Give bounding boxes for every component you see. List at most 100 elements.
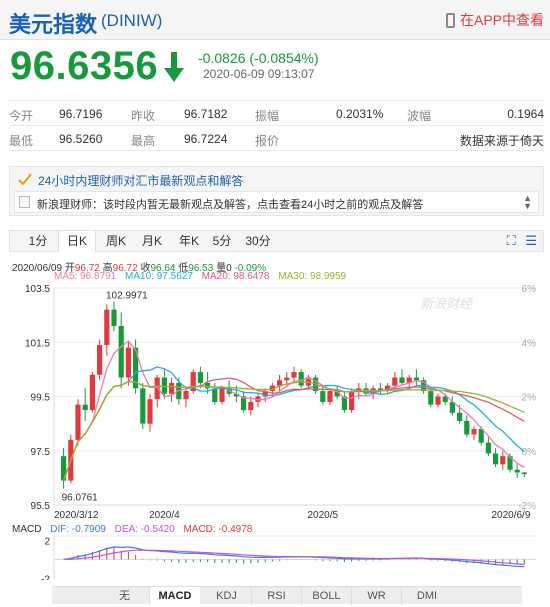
candle-body (327, 391, 333, 402)
candle-body (197, 372, 203, 383)
min-price-label: 96.0761 (62, 493, 99, 504)
dif-value: DIF: -0.7909 (50, 524, 106, 535)
candle-body (89, 374, 95, 411)
data-source: 数据来源于倚天 (459, 134, 544, 148)
macd-legend: MACD DIF: -0.7909 DEA: -0.5420 MACD: -0.… (12, 524, 258, 535)
candlestick-chart[interactable]: 103.5101.599.597.595.56%4%2%0%-2%新浪财经102… (0, 280, 550, 580)
quote-timestamp: 2020-06-09 09:13:07 (203, 67, 315, 81)
stat-label: 波幅 (407, 109, 432, 123)
price-change: -0.0826 (-0.0854%) (198, 50, 319, 66)
indicator-boll[interactable]: BOLL (302, 587, 352, 605)
news-item-text[interactable]: 新浪理财师：该时段内暂无最新观点及解答，点击查看24小时之前的观点及解答 (37, 196, 423, 212)
candle-body (154, 377, 160, 400)
candle-body (248, 401, 254, 411)
advisor-news-panel: 24小时内理财师对汇市最新观点和解答 新浪理财师：该时段内暂无最新观点及解答，点… (9, 166, 544, 216)
candle-body (392, 377, 398, 386)
stat-value: 96.7196 (59, 107, 103, 121)
y-pct-tick-label: 4% (522, 338, 537, 349)
ma5-line (62, 340, 525, 481)
ma20-line (62, 377, 525, 481)
candle-body (75, 404, 81, 440)
stats-row: 今开 96.7196 昨收 96.7182 振幅 0.2031% 波幅 0.19… (9, 101, 544, 126)
candle-body (161, 377, 167, 394)
candle-body (521, 472, 527, 475)
candle-body (457, 412, 463, 421)
y-pct-tick-label: 6% (522, 284, 537, 295)
page-title: 美元指数 (9, 12, 98, 37)
candle-body (478, 429, 484, 443)
x-tick-label: 2020/4 (149, 510, 180, 521)
y-tick-label: 97.5 (31, 447, 51, 458)
down-arrow-icon (164, 52, 184, 82)
indicator-rsi[interactable]: RSI (252, 587, 302, 605)
y-tick-label: 95.5 (31, 501, 51, 512)
max-price-label: 102.9971 (106, 291, 148, 302)
watermark: 新浪财经 (420, 296, 474, 311)
checkmark-icon (18, 173, 32, 185)
y-tick-label: 101.5 (25, 338, 50, 349)
stat-value: 0.2031% (336, 107, 384, 121)
scroll-arrows-icon[interactable]: ▲ ▼ (523, 194, 532, 211)
news-heading[interactable]: 24小时内理财师对汇市最新观点和解答 (38, 172, 243, 189)
y-pct-tick-label: 2% (522, 393, 537, 404)
tab-daily-k[interactable]: 日K (58, 231, 96, 252)
period-tabs: 1分 日K 周K 月K 年K 5分 30分 ⛶ ☰ (9, 230, 544, 252)
fullscreen-icon[interactable]: ⛶ (507, 233, 516, 248)
chart-tools: ⛶ ☰ (507, 233, 537, 249)
candle-body (349, 391, 355, 411)
stat-value: 96.7224 (184, 132, 228, 146)
stats-row: 最低 96.5260 最高 96.7224 报价 数据来源于倚天 (9, 126, 544, 151)
candle-body (435, 396, 441, 405)
news-item[interactable]: 新浪理财师：该时段内暂无最新观点及解答，点击查看24小时之前的观点及解答 ▲ ▼ (14, 191, 539, 213)
candle-body (118, 325, 124, 378)
candle-body (485, 442, 491, 454)
candle-body (428, 391, 434, 405)
stat-label: 昨收 (131, 109, 156, 123)
candle-body (399, 377, 405, 383)
indicator-none[interactable]: 无 (100, 587, 150, 605)
candle-body (493, 453, 499, 465)
tab-yearly-k[interactable]: 年K (173, 231, 205, 251)
macd-y-tick-label: 2 (44, 537, 50, 548)
current-price: 96.6356 (10, 44, 159, 88)
indicator-dmi[interactable]: DMI (402, 587, 452, 605)
stat-label: 今开 (9, 109, 34, 123)
candle-body (464, 420, 470, 435)
x-tick-label: 2020/6/9 (491, 510, 530, 521)
menu-icon[interactable]: ☰ (525, 233, 537, 248)
y-tick-label: 103.5 (25, 284, 50, 295)
open-in-app-link[interactable]: 在APP中查看 (445, 10, 544, 30)
candle-body (284, 377, 290, 381)
ma10-line (62, 366, 525, 481)
stats-table: 今开 96.7196 昨收 96.7182 振幅 0.2031% 波幅 0.19… (9, 100, 544, 151)
indicator-macd[interactable]: MACD (150, 587, 200, 605)
header-bar: 美元指数 (DINIW) 在APP中查看 (0, 0, 550, 40)
candle-body (514, 469, 520, 473)
tab-1min[interactable]: 1分 (24, 231, 52, 251)
candle-body (169, 382, 175, 394)
candle-body (413, 377, 419, 381)
candle-body (471, 429, 477, 435)
stat-label: 报价 (255, 134, 280, 148)
tab-5min[interactable]: 5分 (209, 231, 235, 251)
candle-body (219, 388, 225, 402)
x-tick-label: 2020/5 (308, 510, 339, 521)
candle-body (291, 372, 297, 378)
indicator-tabs: 无 MACD KDJ RSI BOLL WR DMI (52, 586, 522, 605)
candle-body (125, 347, 131, 378)
y-pct-tick-label: 0% (522, 447, 537, 458)
candle-body (500, 456, 506, 465)
open-in-app-label: 在APP中查看 (459, 12, 544, 28)
macd-value: MACD: -0.4978 (183, 524, 253, 535)
candle-body (97, 344, 103, 375)
stat-label: 最高 (131, 134, 156, 148)
macd-label: MACD (12, 524, 42, 535)
indicator-wr[interactable]: WR (352, 587, 402, 605)
y-tick-label: 99.5 (31, 393, 51, 404)
stat-value: 96.7182 (184, 107, 228, 121)
macd-y-tick-label: -2 (41, 574, 50, 580)
indicator-kdj[interactable]: KDJ (202, 587, 252, 605)
tab-weekly-k[interactable]: 周K (100, 231, 132, 251)
tab-30min[interactable]: 30分 (242, 231, 274, 251)
tab-monthly-k[interactable]: 月K (136, 231, 168, 251)
